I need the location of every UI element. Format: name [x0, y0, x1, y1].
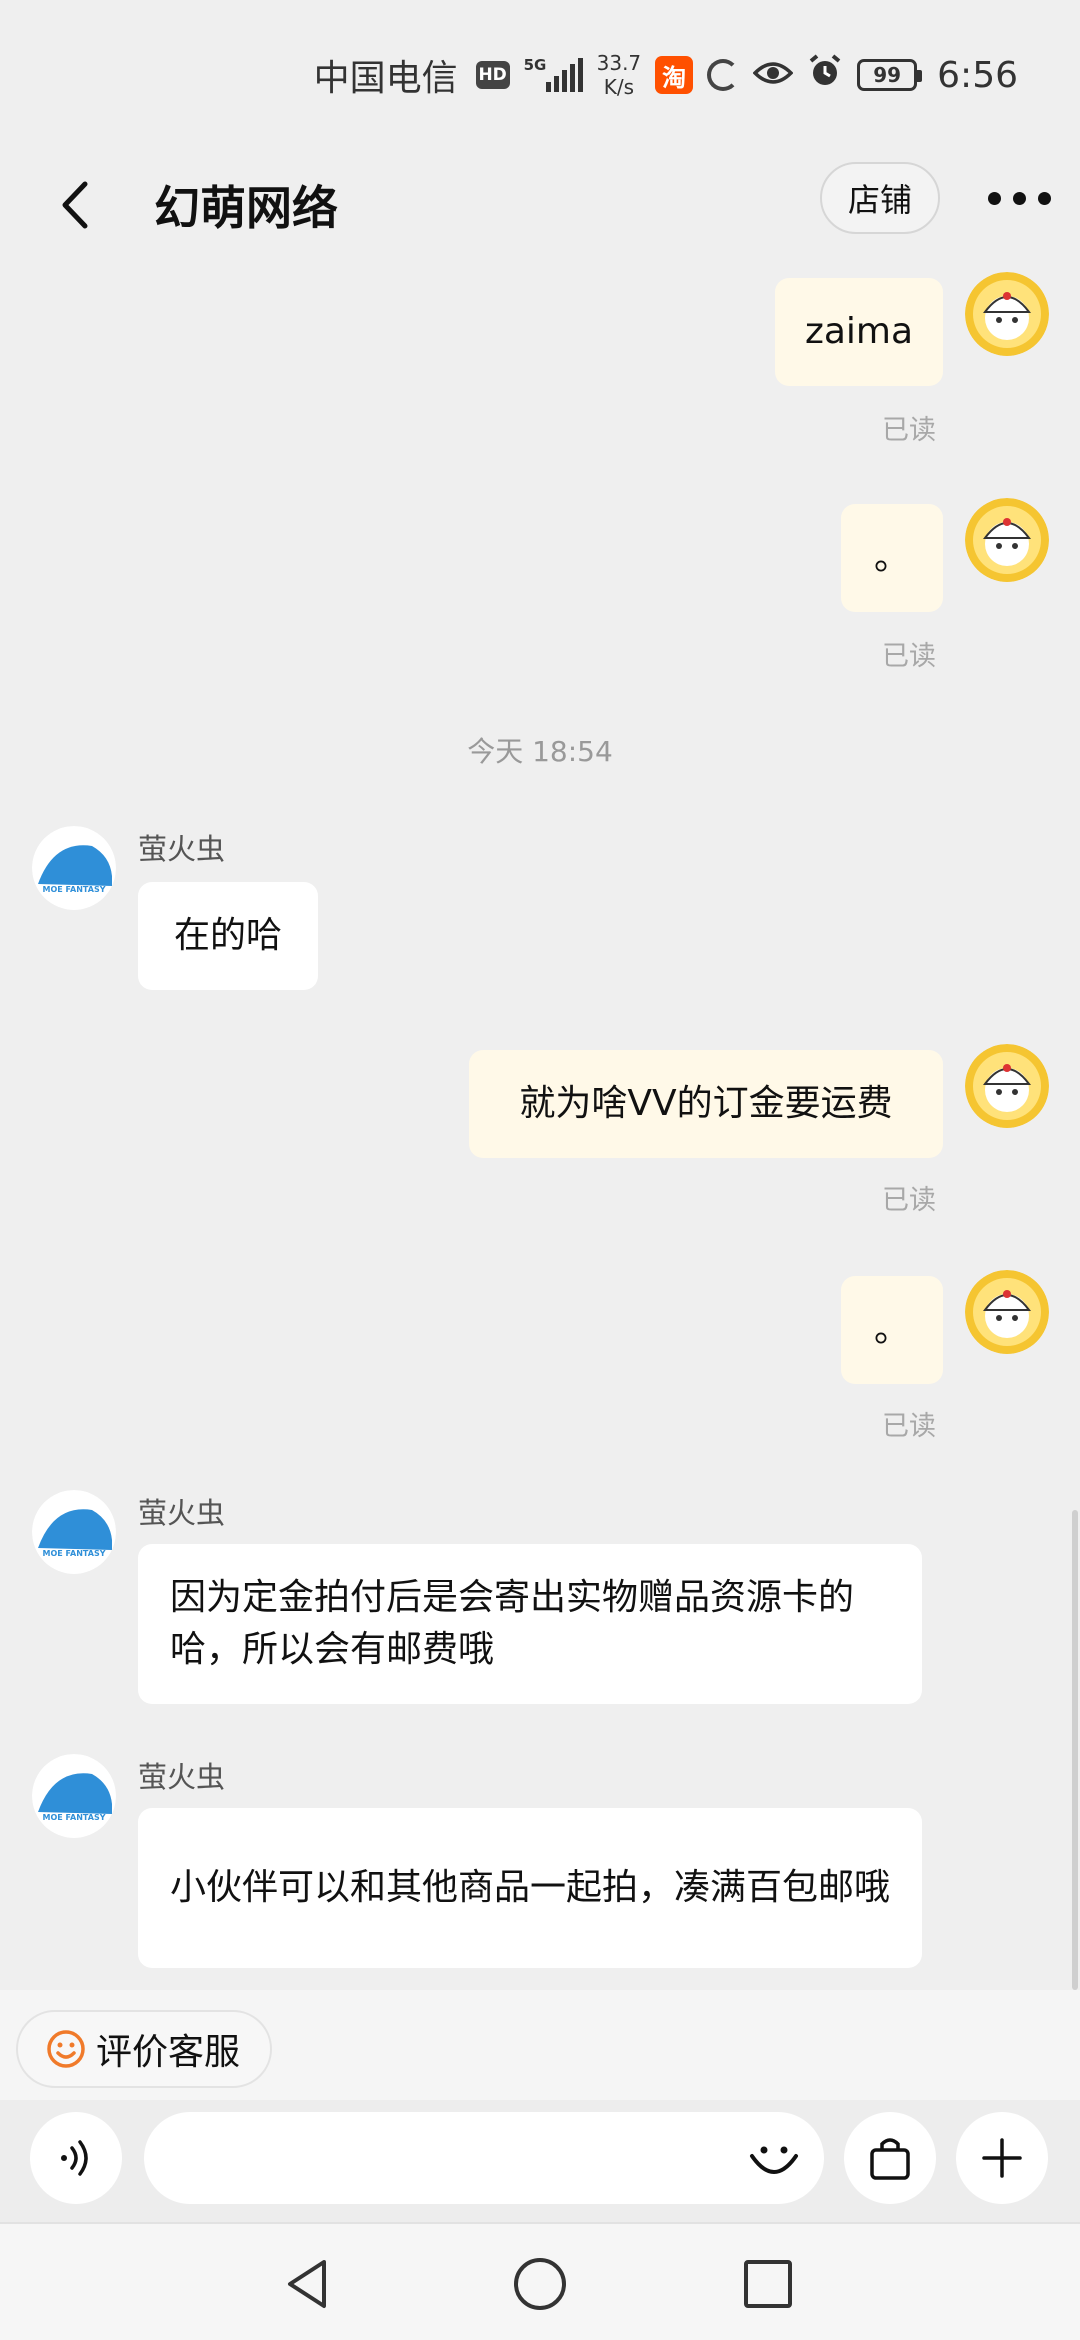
shop-avatar[interactable]: MOE FANTASY	[32, 1490, 116, 1574]
svg-text:MOE FANTASY: MOE FANTASY	[42, 1813, 105, 1822]
nav-recents-button[interactable]	[738, 2254, 798, 2314]
scrollbar[interactable]	[1072, 1510, 1078, 1990]
net-speed-unit: K/s	[603, 75, 635, 99]
message-text: zaima	[804, 311, 914, 352]
shop-avatar[interactable]: MOE FANTASY	[32, 1754, 116, 1838]
message-text: 。	[873, 537, 910, 578]
message-bubble-other[interactable]: 在的哈	[138, 882, 318, 990]
self-avatar[interactable]	[965, 1044, 1049, 1128]
sender-name: 萤火虫	[138, 1496, 226, 1530]
triangle-back-icon	[288, 2260, 326, 2308]
voice-button[interactable]	[30, 2112, 122, 2204]
rate-service-button[interactable]: 评价客服	[16, 2010, 272, 2088]
network-type: 5G	[523, 56, 547, 74]
chat-message-list[interactable]: zaima 已读 。 已读 今天 18:54 MOE FANTASY 萤火虫 在…	[0, 260, 1080, 1990]
message-bubble-self[interactable]: 就为啥VV的订金要运费	[469, 1050, 943, 1158]
plus-icon	[982, 2138, 1022, 2178]
message-text: 就为啥VV的订金要运费	[519, 1083, 893, 1124]
more-dots-icon	[988, 191, 1051, 205]
alarm-icon	[807, 53, 843, 98]
square-recents-icon	[744, 2260, 792, 2308]
read-status: 已读	[882, 415, 936, 446]
message-bubble-self[interactable]: zaima	[775, 278, 943, 386]
self-avatar[interactable]	[965, 272, 1049, 356]
hd-icon: HD	[475, 61, 510, 89]
battery-icon: 99	[857, 59, 923, 91]
net-speed: 33.7 K/s	[597, 51, 642, 99]
emoji-icon	[750, 2146, 798, 2174]
page-title: 幻萌网络	[154, 181, 338, 235]
sender-name: 萤火虫	[138, 832, 226, 866]
net-speed-value: 33.7	[596, 51, 642, 75]
circle-home-icon	[514, 2258, 566, 2310]
input-bar	[0, 2100, 1080, 2222]
quick-action-bar: 评价客服	[0, 1990, 1080, 2100]
message-bubble-self[interactable]: 。	[841, 1276, 943, 1384]
status-bar: 中国电信 HD 5G 33.7 K/s 淘 99 6:56	[0, 0, 1080, 150]
eye-icon	[752, 55, 794, 96]
message-bubble-other[interactable]: 因为定金拍付后是会寄出实物赠品资源卡的哈，所以会有邮费哦	[138, 1544, 922, 1704]
message-text: 。	[873, 1309, 910, 1350]
back-button[interactable]	[40, 170, 110, 240]
message-text: 在的哈	[173, 915, 282, 956]
time-divider: 今天 18:54	[467, 735, 613, 768]
message-bubble-other[interactable]: 小伙伴可以和其他商品一起拍，凑满百包邮哦	[138, 1808, 922, 1968]
carrier-label: 中国电信	[313, 58, 458, 99]
message-bubble-self[interactable]: 。	[841, 504, 943, 612]
shopping-bag-icon	[870, 2138, 910, 2180]
more-button[interactable]	[988, 178, 1052, 218]
chat-header: 幻萌网络 店铺	[0, 150, 1080, 260]
shop-avatar[interactable]: MOE FANTASY	[32, 826, 116, 910]
system-navigation-bar	[0, 2222, 1080, 2340]
sync-icon	[707, 59, 740, 91]
nav-home-button[interactable]	[510, 2254, 570, 2314]
rate-service-label: 评价客服	[96, 2032, 241, 2073]
voice-icon	[61, 2140, 88, 2176]
svg-text:MOE FANTASY: MOE FANTASY	[42, 1549, 105, 1558]
chevron-left-icon	[62, 181, 88, 229]
product-button[interactable]	[844, 2112, 936, 2204]
taobao-notification-icon: 淘	[655, 56, 694, 94]
svg-text:MOE FANTASY: MOE FANTASY	[42, 885, 105, 894]
emoji-button[interactable]	[742, 2126, 806, 2190]
message-input[interactable]	[144, 2112, 824, 2204]
self-avatar[interactable]	[965, 498, 1049, 582]
self-avatar[interactable]	[965, 1270, 1049, 1354]
read-status: 已读	[882, 1411, 936, 1442]
clock: 6:56	[937, 54, 1018, 96]
nav-back-button[interactable]	[278, 2254, 338, 2314]
read-status: 已读	[882, 641, 936, 672]
message-text: 小伙伴可以和其他商品一起拍，凑满百包邮哦	[170, 1867, 891, 1908]
sender-name: 萤火虫	[138, 1760, 226, 1794]
shop-button[interactable]: 店铺	[820, 162, 940, 234]
read-status: 已读	[882, 1185, 936, 1216]
signal-icon: 5G	[523, 56, 583, 92]
more-tools-button[interactable]	[956, 2112, 1048, 2204]
message-text: 因为定金拍付后是会寄出实物赠品资源卡的哈，所以会有邮费哦	[170, 1577, 855, 1670]
smile-icon	[47, 2030, 85, 2068]
